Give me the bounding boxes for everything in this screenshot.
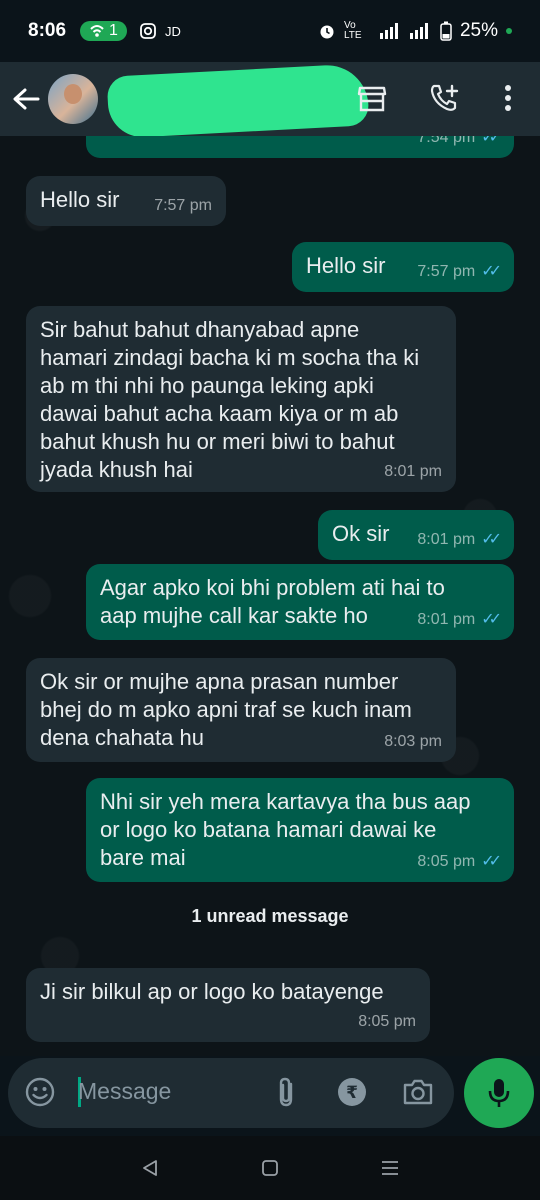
hotspot-count: 1 [109, 22, 118, 39]
message-bubble-incoming[interactable]: Ji sir bilkul ap or logo ko batayenge 8:… [26, 968, 430, 1042]
message-time: 8:01 pm [384, 463, 442, 480]
read-ticks-icon: ✓✓ [481, 531, 502, 548]
message-time: 8:01 pm [417, 531, 476, 548]
message-time: 8:05 pm [358, 1013, 416, 1030]
battery-level: 25% [459, 20, 498, 41]
nav-recents-button[interactable] [375, 1153, 405, 1183]
square-home-icon [262, 1160, 278, 1176]
message-list[interactable]: 7:54 pm ✓✓ Hello sir 7:57 pm Hello sir 7:… [0, 136, 540, 1056]
message-input[interactable]: Message [78, 1078, 171, 1105]
hotspot-indicator: 1 [80, 21, 127, 41]
carrier-tag: JD [164, 23, 181, 39]
message-composer: Message ₹ [8, 1058, 454, 1128]
volte-tag: Vo LTE [343, 20, 362, 41]
emoji-icon [25, 1077, 55, 1107]
more-options-button[interactable] [490, 80, 526, 116]
message-meta: 8:05 pm ✓✓ [417, 848, 502, 876]
message-text: Ji sir bilkul ap or logo ko batayenge [40, 979, 384, 1004]
message-time: 7:57 pm [417, 263, 476, 280]
wifi-hotspot-icon [90, 25, 104, 37]
alarm-icon [320, 25, 334, 39]
emoji-button[interactable] [22, 1074, 58, 1110]
call-add-button[interactable] [426, 80, 462, 116]
menu-lines-icon [382, 1161, 398, 1175]
message-time: 7:54 pm [417, 136, 476, 146]
phone-add-icon [430, 84, 459, 111]
message-bubble-outgoing[interactable]: 7:54 pm ✓✓ [86, 136, 514, 158]
message-bubble-incoming[interactable]: Ok sir or mujhe apna prasan number bhej … [26, 658, 456, 762]
payment-button[interactable]: ₹ [334, 1074, 370, 1110]
storefront-icon [357, 86, 387, 112]
message-bubble-outgoing[interactable]: Nhi sir yeh mera kartavya tha bus aap or… [86, 778, 514, 882]
message-time: 8:01 pm [417, 611, 476, 628]
arrow-left-icon [13, 88, 40, 110]
message-time: 8:03 pm [384, 733, 442, 750]
message-bubble-incoming[interactable]: Sir bahut bahut dhanyabad apne hamari zi… [26, 306, 456, 492]
voice-record-button[interactable] [464, 1058, 534, 1128]
signal-icon-2 [409, 23, 428, 39]
message-meta: 8:05 pm [358, 1008, 416, 1036]
message-time: 7:57 pm [154, 197, 212, 214]
nav-home-button[interactable] [255, 1153, 285, 1183]
camera-button[interactable] [400, 1074, 436, 1110]
message-bubble-outgoing[interactable]: Ok sir 8:01 pm ✓✓ [318, 510, 514, 560]
signal-icon [379, 23, 398, 39]
status-time: 8:06 [28, 20, 67, 41]
message-meta: 7:57 pm ✓✓ [417, 258, 502, 286]
message-bubble-incoming[interactable]: Hello sir 7:57 pm [26, 176, 226, 226]
status-dot [506, 28, 512, 34]
back-button[interactable] [2, 75, 50, 123]
message-meta: 8:01 pm ✓✓ [417, 606, 502, 634]
battery-icon [440, 21, 452, 41]
message-meta: 8:03 pm [384, 728, 442, 756]
message-meta: 7:57 pm [154, 192, 212, 220]
message-meta: 8:01 pm ✓✓ [417, 526, 502, 554]
message-bubble-outgoing[interactable]: Hello sir 7:57 pm ✓✓ [292, 242, 514, 292]
instagram-icon [140, 23, 156, 39]
read-ticks-icon: ✓✓ [481, 136, 502, 146]
paperclip-icon [279, 1077, 293, 1107]
message-text: Ok sir or mujhe apna prasan number bhej … [40, 669, 412, 750]
contact-avatar[interactable] [48, 74, 98, 124]
read-ticks-icon: ✓✓ [481, 611, 502, 628]
status-bar: 8:06 1 JD Vo LTE 25% [0, 0, 540, 62]
message-text: Sir bahut bahut dhanyabad apne hamari zi… [40, 317, 420, 482]
read-ticks-icon: ✓✓ [481, 853, 502, 870]
system-nav-bar [0, 1136, 540, 1200]
attach-button[interactable] [268, 1074, 304, 1110]
microphone-icon [488, 1079, 510, 1107]
more-vert-icon [505, 85, 511, 111]
shop-button[interactable] [354, 80, 390, 116]
triangle-back-icon [143, 1160, 157, 1176]
rupee-icon: ₹ [338, 1078, 366, 1106]
message-bubble-outgoing[interactable]: Agar apko koi bhi problem ati hai to aap… [86, 564, 514, 640]
unread-divider: 1 unread message [191, 906, 349, 926]
message-meta: 8:01 pm [384, 458, 442, 486]
camera-icon [403, 1079, 433, 1105]
read-ticks-icon: ✓✓ [481, 263, 502, 280]
svg-text:₹: ₹ [346, 1083, 358, 1103]
nav-back-button[interactable] [135, 1153, 165, 1183]
message-time: 8:05 pm [417, 853, 476, 870]
message-meta: 7:54 pm ✓✓ [417, 136, 502, 152]
